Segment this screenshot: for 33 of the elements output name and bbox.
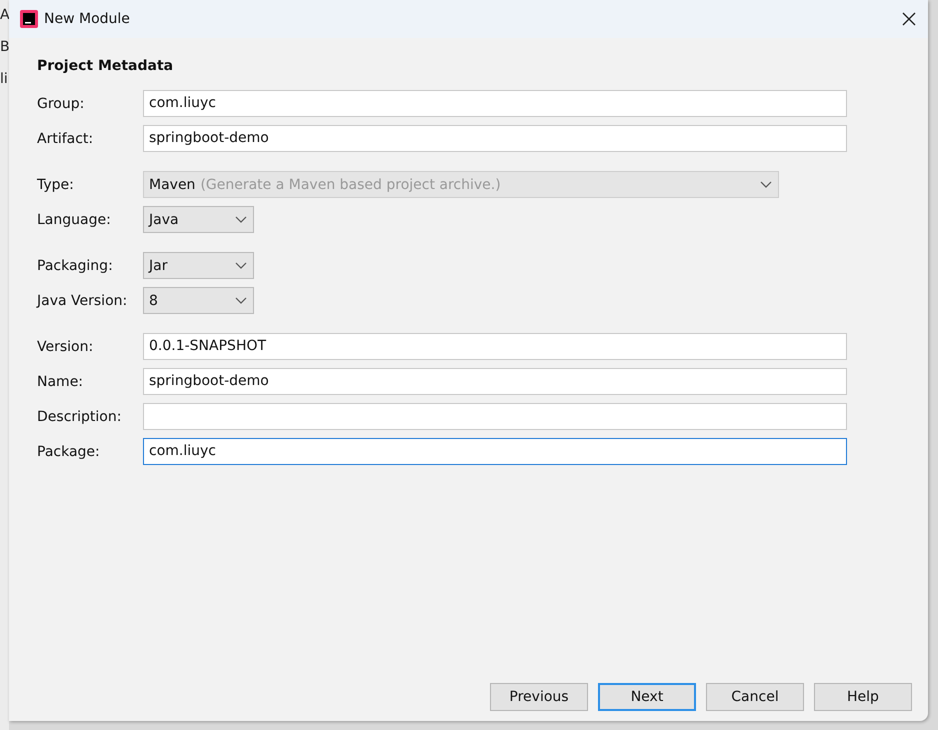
field-label: Description: [37,408,122,424]
field-label: Type: [37,176,75,192]
field-label: Language: [37,212,112,228]
chevron-down-icon [760,181,772,188]
text-field[interactable]: com.liuyc [143,438,847,465]
background-text: li [0,70,9,89]
window-title: New Module [44,11,131,27]
text-field[interactable]: springboot-demo [143,368,847,395]
field-label: Java Version: [37,292,128,308]
app-icon [20,10,38,28]
dialog-button[interactable]: Help [814,683,912,711]
field-label: Packaging: [37,258,114,274]
field-label: Name: [37,374,84,390]
close-icon[interactable] [902,12,916,26]
text-field[interactable]: 0.0.1-SNAPSHOT [143,333,847,360]
text-field[interactable] [143,403,847,430]
text-field[interactable]: springboot-demo [143,125,847,152]
chevron-down-icon [235,297,247,304]
dropdown[interactable]: 8 [143,287,254,314]
text-field[interactable]: com.liuyc [143,90,847,117]
section-title: Project Metadata [37,58,174,74]
field-label: Package: [37,444,101,460]
dialog-button[interactable]: Next [598,683,696,711]
field-label: Artifact: [37,130,94,146]
dropdown[interactable]: Java [143,206,254,233]
dropdown[interactable]: Jar [143,252,254,279]
chevron-down-icon [235,262,247,269]
background-text: B [0,38,9,57]
field-label: Group: [37,96,86,112]
field-label: Version: [37,338,94,354]
chevron-down-icon [235,216,247,223]
dialog-button[interactable]: Previous [490,683,588,711]
dialog-button[interactable]: Cancel [706,683,804,711]
